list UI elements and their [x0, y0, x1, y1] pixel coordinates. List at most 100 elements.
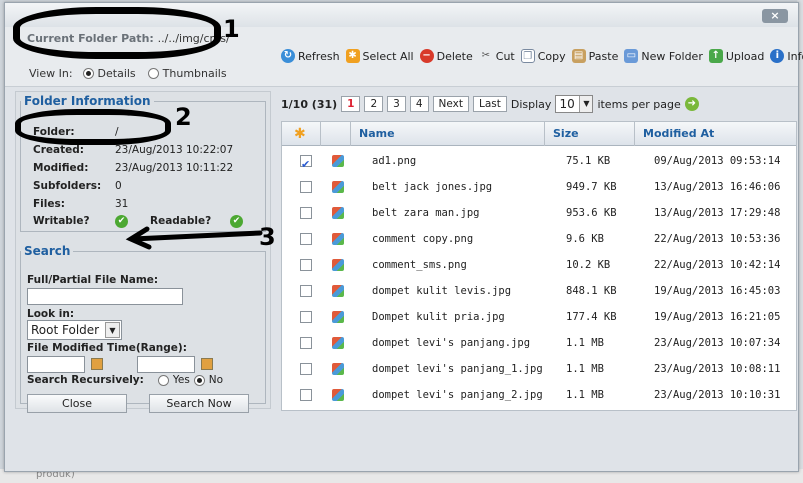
table-row[interactable]: belt jack jones.jpg 949.7 KB 13/Aug/2013 1…: [282, 174, 796, 200]
file-name[interactable]: ad1.png: [372, 148, 416, 174]
items-per-page-label: items per page: [597, 97, 681, 111]
files-row: Files: 31: [33, 198, 129, 210]
row-checkbox[interactable]: [300, 200, 312, 226]
chevron-down-icon: ▼: [579, 96, 593, 112]
go-arrow-icon[interactable]: ➜: [684, 97, 699, 111]
last-page-button[interactable]: Last: [473, 96, 507, 112]
file-modified: 13/Aug/2013 16:46:06: [654, 181, 781, 193]
table-row[interactable]: comment copy.png 9.6 KB 22/Aug/2013 10:53:…: [282, 226, 796, 252]
select-all-header-icon[interactable]: ✱: [282, 122, 320, 146]
view-thumbnails-radio[interactable]: [147, 68, 159, 79]
delete-button[interactable]: − Delete: [419, 49, 473, 63]
view-thumbnails-label: Thumbnails: [162, 67, 227, 80]
table-row[interactable]: dompet levi's panjang_1.jpg 1.1 MB 23/Aug/…: [282, 356, 796, 382]
file-name-label: Full/Partial File Name:: [27, 274, 159, 286]
row-checkbox[interactable]: [300, 382, 312, 408]
subfolders-row: Subfolders: 0: [33, 180, 122, 192]
file-icon: [332, 382, 344, 408]
calendar-icon[interactable]: [91, 358, 103, 370]
modified-column-header[interactable]: Modified At: [634, 122, 796, 146]
new-folder-button[interactable]: ▭ New Folder: [624, 49, 703, 63]
file-size: 949.7 KB: [566, 181, 617, 193]
file-size: 848.1 KB: [566, 285, 617, 297]
view-in-label: View In:: [29, 67, 73, 80]
page-2-button[interactable]: 2: [364, 96, 384, 112]
info-icon: i: [770, 49, 785, 63]
file-name[interactable]: belt jack jones.jpg: [372, 174, 492, 200]
upload-icon: ↑: [708, 49, 723, 63]
paste-button[interactable]: ▤ Paste: [571, 49, 618, 63]
close-window-button[interactable]: ×: [762, 9, 788, 23]
page-4-button[interactable]: 4: [409, 96, 429, 112]
view-details-radio[interactable]: [82, 68, 94, 79]
thumbnail-column-header: [320, 122, 350, 146]
toolbar: ↻ Refresh ✱ Select All − Delete ✂ Cut ❐ Copy …: [281, 49, 803, 63]
view-details-label: Details: [97, 67, 136, 80]
row-checkbox[interactable]: [300, 252, 312, 278]
display-label: Display: [510, 97, 552, 111]
file-modified: 22/Aug/2013 10:53:36: [654, 233, 781, 245]
table-row[interactable]: belt zara man.jpg 953.6 KB 13/Aug/2013 17:…: [282, 200, 796, 226]
page-summary: 1/10 (31): [281, 97, 338, 111]
table-row[interactable]: dompet levi's panjang.jpg 1.1 MB 23/Aug/20…: [282, 330, 796, 356]
row-checkbox[interactable]: [300, 148, 312, 178]
row-checkbox[interactable]: [300, 304, 312, 330]
close-button[interactable]: Close: [27, 394, 127, 413]
file-modified: 19/Aug/2013 16:45:03: [654, 285, 781, 297]
page-3-button[interactable]: 3: [387, 96, 406, 112]
file-size: 75.1 KB: [566, 155, 611, 167]
cut-button[interactable]: ✂ Cut: [479, 49, 515, 63]
table-row[interactable]: comment_sms.png 10.2 KB 22/Aug/2013 10:42:…: [282, 252, 796, 278]
row-checkbox[interactable]: [300, 356, 312, 382]
file-name[interactable]: dompet levi's panjang_1.jpg: [372, 356, 543, 382]
calendar-icon[interactable]: [201, 358, 213, 370]
file-name[interactable]: belt zara man.jpg: [372, 200, 479, 226]
next-page-button[interactable]: Next: [432, 96, 470, 112]
copy-icon: ❐: [520, 49, 535, 63]
row-checkbox[interactable]: [300, 278, 312, 304]
row-checkbox[interactable]: [300, 226, 312, 252]
search-legend: Search: [24, 244, 71, 258]
file-icon: [332, 356, 344, 382]
annotation-marker-3: 3: [259, 223, 276, 251]
file-icon: [332, 304, 344, 330]
copy-button[interactable]: ❐ Copy: [520, 49, 566, 63]
modified-to-input[interactable]: [137, 356, 195, 373]
modified-from-input[interactable]: [27, 356, 85, 373]
table-row[interactable]: dompet levi's panjang_2.jpg 1.1 MB 23/Aug/…: [282, 382, 796, 408]
search-now-button[interactable]: Search Now: [149, 394, 249, 413]
file-grid: ✱ Name Size Modified At ad1.png 75.1 KB 09…: [281, 121, 797, 411]
file-modified: 23/Aug/2013 10:08:11: [654, 363, 781, 375]
recursive-no-radio[interactable]: [193, 374, 205, 386]
size-column-header[interactable]: Size: [544, 122, 636, 146]
file-icon: [332, 200, 344, 226]
file-name[interactable]: dompet levi's panjang_2.jpg: [372, 382, 543, 408]
refresh-button[interactable]: ↻ Refresh: [281, 49, 340, 63]
table-row[interactable]: Dompet kulit pria.jpg 177.4 KB 19/Aug/2013…: [282, 304, 796, 330]
chevron-down-icon: ▼: [105, 322, 120, 338]
info-button[interactable]: iInfo: [770, 49, 803, 63]
row-checkbox[interactable]: [300, 174, 312, 200]
upload-button[interactable]: ↑ Upload: [708, 49, 764, 63]
items-per-page-select[interactable]: 10 ▼: [555, 95, 594, 113]
look-in-select[interactable]: Root Folder ▼: [27, 320, 122, 340]
file-icon: [332, 252, 344, 278]
row-checkbox[interactable]: [300, 330, 312, 356]
file-name[interactable]: comment copy.png: [372, 226, 473, 252]
file-size: 9.6 KB: [566, 233, 604, 245]
select-all-button[interactable]: ✱ Select All: [345, 49, 414, 63]
view-mode-selector: View In: Details Thumbnails: [29, 67, 227, 80]
modified-row: Modified: 23/Aug/2013 10:11:22: [33, 162, 234, 174]
file-size: 1.1 MB: [566, 337, 604, 349]
file-name[interactable]: comment_sms.png: [372, 252, 467, 278]
name-column-header[interactable]: Name: [350, 122, 534, 146]
file-modified: 13/Aug/2013 17:29:48: [654, 207, 781, 219]
recursive-yes-radio[interactable]: [157, 374, 169, 386]
page-1-button[interactable]: 1: [341, 96, 361, 112]
file-name[interactable]: dompet levi's panjang.jpg: [372, 330, 530, 356]
file-name[interactable]: Dompet kulit pria.jpg: [372, 304, 505, 330]
table-row[interactable]: dompet kulit levis.jpg 848.1 KB 19/Aug/201…: [282, 278, 796, 304]
file-name[interactable]: dompet kulit levis.jpg: [372, 278, 511, 304]
table-row[interactable]: ad1.png 75.1 KB 09/Aug/2013 09:53:14: [282, 148, 796, 178]
file-name-input[interactable]: [27, 288, 183, 305]
